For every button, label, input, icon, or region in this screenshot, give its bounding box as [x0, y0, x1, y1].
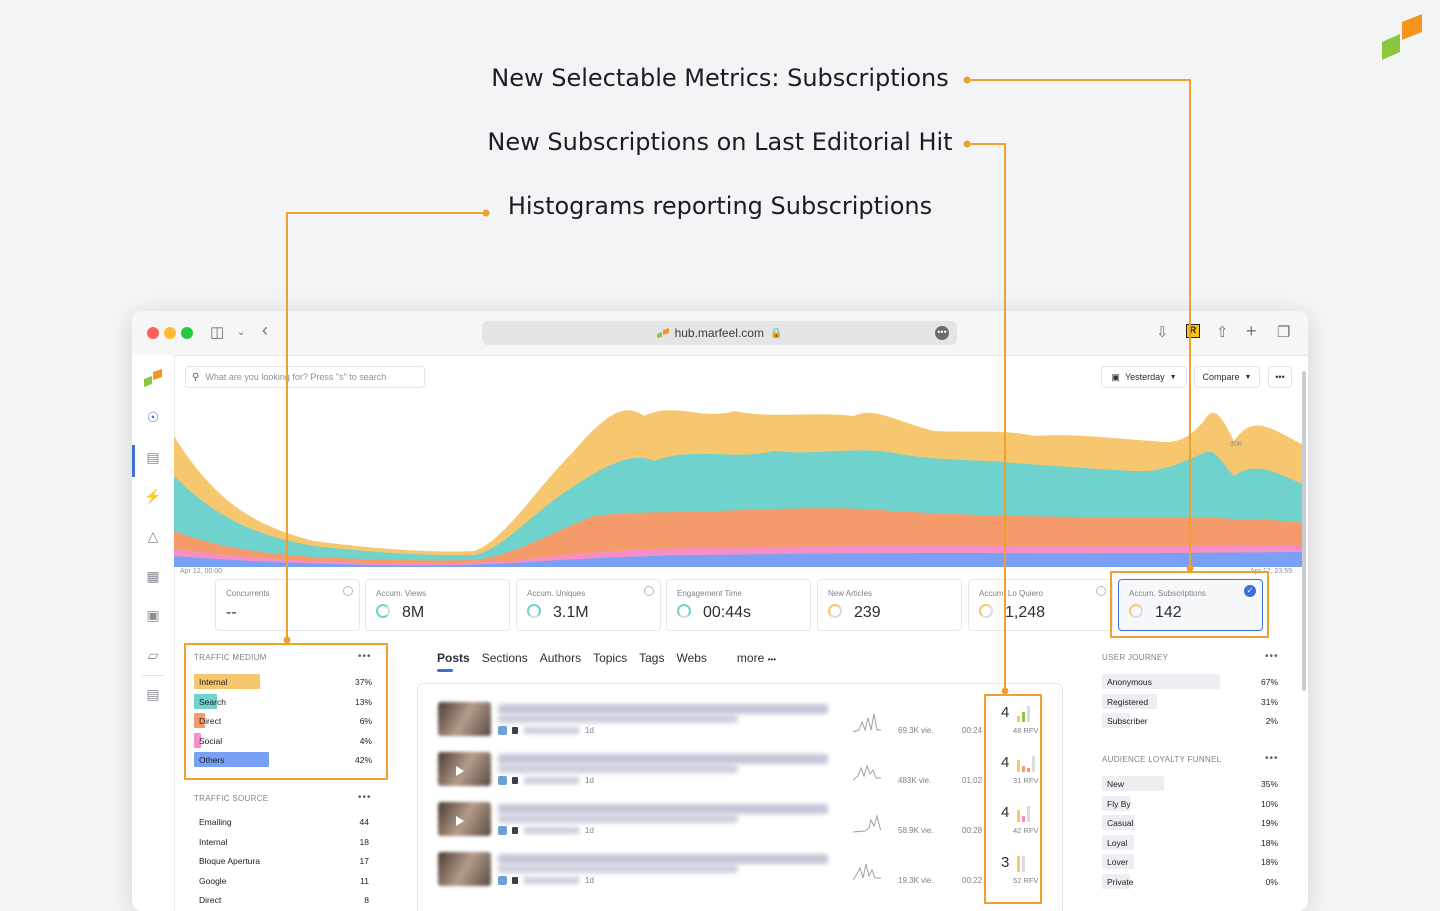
- connector-histograms: [286, 212, 486, 640]
- highlight-subscriptions-kpi: [1110, 571, 1269, 638]
- highlight-traffic-medium: [184, 643, 388, 780]
- highlight-subscriptions-column: [984, 694, 1042, 904]
- connector-selectable-metrics: [967, 79, 1191, 568]
- connector-subscriptions-last-hit: [967, 143, 1006, 691]
